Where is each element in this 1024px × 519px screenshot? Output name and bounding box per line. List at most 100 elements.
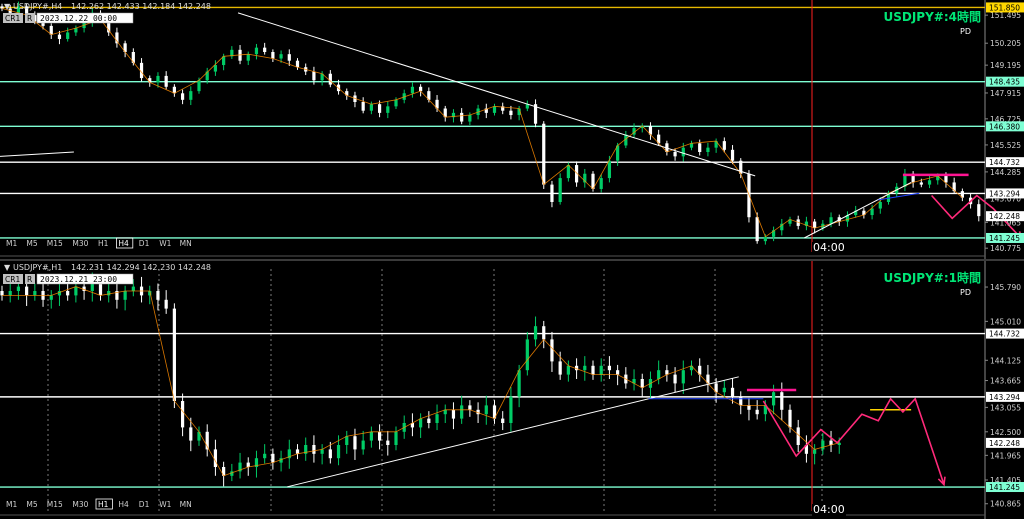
candle-body bbox=[107, 291, 111, 296]
candle-body bbox=[673, 374, 677, 384]
candle-body bbox=[435, 414, 439, 423]
candle-body bbox=[591, 365, 595, 375]
timeframe-h4: H4 bbox=[118, 500, 129, 509]
candle-body bbox=[180, 401, 185, 428]
chart-title: USDJPY#:4時間 bbox=[883, 9, 981, 24]
timeframe-m5: M5 bbox=[26, 500, 37, 509]
timeframe-h1: H1 bbox=[98, 239, 109, 248]
candle-body bbox=[583, 365, 587, 371]
h4-chart-panel[interactable]: 151.495 150.205 149.195 147.915 146.725 145.5… bbox=[0, 0, 1024, 259]
candle-body bbox=[320, 449, 324, 454]
candle-body bbox=[558, 361, 562, 375]
candle-body bbox=[197, 80, 201, 92]
candle-body bbox=[870, 208, 874, 216]
candle-body bbox=[0, 291, 4, 296]
candle-body bbox=[755, 409, 759, 415]
level-price-tag-label: 142.248 bbox=[989, 439, 1020, 448]
candle-body bbox=[164, 75, 168, 87]
candle-body bbox=[509, 110, 513, 116]
h1-chart-panel[interactable]: 145.790 145.010 144.125 143.665 143.055 142.5… bbox=[0, 261, 1024, 519]
candle-body bbox=[8, 291, 12, 296]
timeframe-m1: M1 bbox=[6, 239, 17, 248]
candle-body bbox=[763, 236, 767, 242]
candle-body bbox=[427, 418, 431, 423]
level-price-tag-label: 143.294 bbox=[989, 393, 1020, 402]
price-tick-label: 145.790 bbox=[990, 283, 1021, 292]
symbol-header: USDJPY#,H4 bbox=[13, 2, 62, 11]
candle-body bbox=[681, 370, 685, 384]
header-arrow-icon: ▼ bbox=[4, 263, 11, 272]
candle-body bbox=[254, 47, 259, 55]
level-price-tag-label: 144.732 bbox=[989, 330, 1020, 339]
timeframe-m15: M15 bbox=[47, 500, 63, 509]
candle-body bbox=[345, 436, 349, 445]
candle-body bbox=[295, 449, 300, 454]
candle-body bbox=[829, 217, 833, 224]
candle-body bbox=[189, 427, 193, 441]
h1-chart-svg[interactable]: 145.790 145.010 144.125 143.665 143.055 142.5… bbox=[0, 261, 1024, 519]
candle-body bbox=[821, 440, 825, 450]
candle-body bbox=[977, 204, 981, 217]
cr1-label: CR1 bbox=[5, 14, 20, 23]
candle-body bbox=[780, 392, 784, 410]
price-tick-label: 151.495 bbox=[990, 11, 1021, 20]
candle-body bbox=[336, 445, 341, 459]
candle-body bbox=[328, 449, 332, 459]
price-tick-label: 142.500 bbox=[990, 428, 1021, 437]
timeframe-h4: H4 bbox=[118, 239, 129, 248]
candle-body bbox=[394, 431, 398, 445]
panel-background bbox=[0, 0, 1024, 259]
level-price-tag-label: 151.850 bbox=[989, 3, 1020, 12]
candle-body bbox=[550, 184, 554, 202]
date-box-label: 2023.12.21 23:00 bbox=[40, 275, 117, 284]
candle-body bbox=[394, 99, 398, 107]
cr1-label: CR1 bbox=[5, 275, 20, 284]
candle-body bbox=[616, 370, 620, 375]
candle-body bbox=[673, 152, 677, 157]
level-price-tag-label: 142.248 bbox=[989, 212, 1020, 221]
price-tick-label: 143.665 bbox=[990, 377, 1021, 386]
h4-chart-svg[interactable]: 151.495150.205149.195147.915146.725145.5… bbox=[0, 0, 1024, 259]
candle-body bbox=[607, 365, 612, 371]
candle-body bbox=[599, 365, 603, 375]
candle-body bbox=[460, 405, 464, 419]
candle-body bbox=[755, 217, 759, 242]
price-tick-label: 144.285 bbox=[990, 168, 1021, 177]
candle-body bbox=[788, 409, 792, 428]
candle-body bbox=[361, 102, 365, 111]
timeframe-w1: W1 bbox=[159, 239, 171, 248]
candle-body bbox=[813, 221, 817, 229]
candle-body bbox=[246, 462, 250, 467]
candle-body bbox=[25, 286, 29, 296]
candle-body bbox=[33, 291, 37, 296]
header-arrow-icon: ▼ bbox=[4, 2, 11, 11]
candle-body bbox=[353, 436, 357, 450]
price-tick-label: 145.010 bbox=[990, 317, 1021, 326]
candle-body bbox=[813, 449, 817, 454]
timeframe-m30: M30 bbox=[72, 500, 88, 509]
time-marker-label: 04:00 bbox=[813, 503, 845, 516]
candle-body bbox=[558, 178, 562, 202]
candle-body bbox=[451, 409, 456, 419]
candle-body bbox=[263, 453, 267, 459]
candle-body bbox=[172, 308, 176, 401]
ohlc-readout: 142.262 142.433 142.184 142.248 bbox=[71, 2, 211, 11]
candle-body bbox=[550, 339, 554, 362]
candle-body bbox=[533, 326, 538, 340]
candle-body bbox=[484, 405, 488, 415]
candle-body bbox=[74, 286, 78, 296]
candle-body bbox=[66, 32, 70, 39]
candle-body bbox=[566, 365, 570, 375]
timeframe-m1: M1 bbox=[6, 500, 17, 509]
candle-body bbox=[386, 440, 390, 445]
candle-body bbox=[164, 299, 168, 309]
timeframe-h1: H1 bbox=[98, 500, 109, 509]
candle-body bbox=[542, 326, 546, 340]
candle-body bbox=[312, 445, 316, 454]
candle-body bbox=[730, 149, 735, 161]
price-tick-label: 143.055 bbox=[990, 403, 1021, 412]
candle-body bbox=[698, 143, 702, 152]
candle-body bbox=[460, 112, 464, 122]
chart-title: USDJPY#:1時間 bbox=[883, 270, 981, 285]
level-price-tag-label: 143.294 bbox=[989, 189, 1020, 198]
